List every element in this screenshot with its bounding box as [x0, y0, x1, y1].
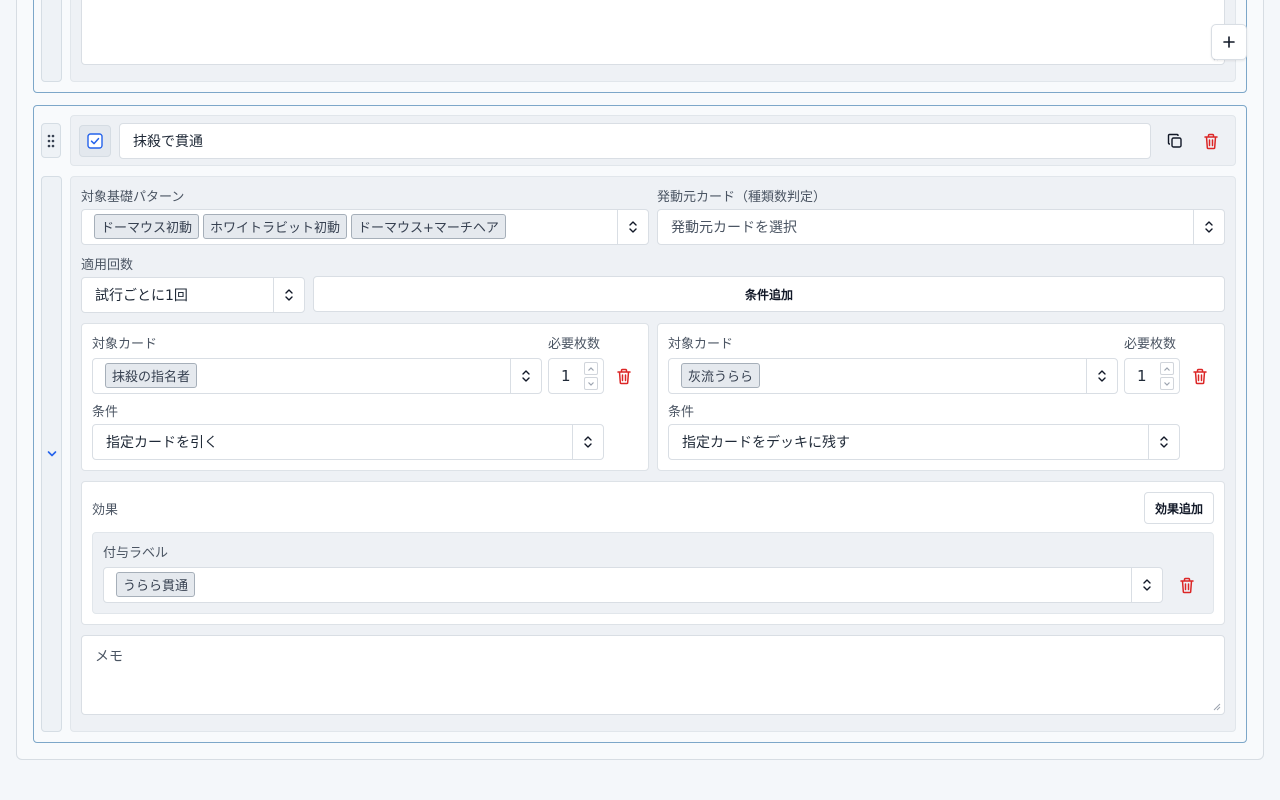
- effect-label-chip[interactable]: うらら貫通: [116, 572, 196, 597]
- delete-rule-button[interactable]: [1199, 129, 1223, 153]
- chevron-up-icon: [1164, 366, 1170, 371]
- condition-type-value: 指定カードをデッキに残す: [682, 435, 850, 451]
- condition-type-select[interactable]: 指定カードをデッキに残す: [668, 424, 1180, 460]
- base-pattern-chip[interactable]: ドーマウス+マーチヘア: [351, 214, 506, 239]
- rule-name-value: 抹殺で貫通: [133, 134, 203, 150]
- decrement-button[interactable]: [584, 377, 598, 390]
- delete-condition-button[interactable]: [1188, 364, 1212, 388]
- target-card-label: 対象カード: [92, 337, 158, 352]
- required-count-input[interactable]: 1: [548, 358, 604, 394]
- apply-count-select[interactable]: 試行ごとに1回: [81, 277, 305, 313]
- chevron-down-icon: [47, 451, 56, 457]
- plus-icon: [1223, 36, 1235, 48]
- rule-memo-textarea[interactable]: メモ: [81, 635, 1225, 715]
- apply-count-label: 適用回数: [81, 258, 134, 273]
- decrement-button[interactable]: [1160, 377, 1174, 390]
- previous-rule-memo[interactable]: メモ: [81, 0, 1225, 65]
- base-pattern-chip[interactable]: ホワイトラビット初動: [203, 214, 348, 239]
- trash-icon: [1193, 368, 1207, 384]
- condition-type-select[interactable]: 指定カードを引く: [92, 424, 604, 460]
- condition-type-label: 条件: [92, 405, 119, 420]
- target-card-label: 対象カード: [668, 337, 734, 352]
- effect-label-title: 付与ラベル: [103, 546, 169, 561]
- increment-button[interactable]: [584, 362, 598, 375]
- grip-icon: [47, 134, 55, 147]
- updown-chevron-icon: [1143, 579, 1151, 591]
- base-pattern-multiselect[interactable]: ドーマウス初動 ホワイトラビット初動 ドーマウス+マーチヘア: [81, 209, 649, 245]
- condition-type-dropdown-toggle[interactable]: [1148, 425, 1179, 459]
- target-card-dropdown-toggle[interactable]: [1086, 359, 1117, 393]
- condition-type-value: 指定カードを引く: [106, 435, 218, 451]
- required-count-label: 必要枚数: [548, 337, 601, 352]
- add-rule-button[interactable]: [1211, 24, 1247, 60]
- target-card-chip[interactable]: 抹殺の指名者: [105, 363, 198, 388]
- add-effect-button[interactable]: 効果追加: [1144, 492, 1214, 524]
- target-card-dropdown-toggle[interactable]: [510, 359, 541, 393]
- target-card-chip[interactable]: 灰流うらら: [681, 363, 761, 388]
- source-card-select[interactable]: 発動元カードを選択: [657, 209, 1225, 245]
- required-count-value: 1: [561, 367, 571, 385]
- duplicate-rule-button[interactable]: [1163, 129, 1187, 153]
- memo-placeholder: メモ: [95, 0, 123, 4]
- copy-icon: [1167, 133, 1182, 148]
- target-card-select[interactable]: 抹殺の指名者: [92, 358, 542, 394]
- condition-type-label: 条件: [668, 405, 695, 420]
- condition-type-dropdown-toggle[interactable]: [572, 425, 603, 459]
- updown-chevron-icon: [522, 370, 530, 382]
- effect-label-dropdown-toggle[interactable]: [1131, 568, 1162, 602]
- required-count-value: 1: [1137, 367, 1147, 385]
- resize-handle-icon: [1213, 703, 1221, 711]
- effects-label: 効果: [92, 503, 119, 518]
- collapse-strip[interactable]: [41, 176, 62, 732]
- apply-count-dropdown-toggle[interactable]: [273, 278, 304, 312]
- delete-effect-button[interactable]: [1175, 573, 1199, 597]
- trash-icon: [617, 368, 631, 384]
- drag-handle[interactable]: [41, 123, 61, 158]
- updown-chevron-icon: [1160, 436, 1168, 448]
- effect-label-select[interactable]: うらら貫通: [103, 567, 1163, 603]
- delete-condition-button[interactable]: [612, 364, 636, 388]
- required-count-label: 必要枚数: [1124, 337, 1177, 352]
- base-pattern-label: 対象基礎パターン: [81, 190, 185, 205]
- chevron-up-icon: [588, 366, 594, 371]
- updown-chevron-icon: [285, 289, 293, 301]
- target-card-select[interactable]: 灰流うらら: [668, 358, 1118, 394]
- increment-button[interactable]: [1160, 362, 1174, 375]
- checkbox-checked-icon: [87, 133, 103, 149]
- base-pattern-dropdown-toggle[interactable]: [617, 210, 648, 244]
- apply-count-value: 試行ごとに1回: [95, 288, 188, 304]
- trash-icon: [1180, 577, 1194, 593]
- chevron-down-icon: [588, 381, 594, 386]
- updown-chevron-icon: [1205, 221, 1213, 233]
- memo-placeholder: メモ: [95, 649, 123, 665]
- updown-chevron-icon: [1098, 370, 1106, 382]
- add-condition-button[interactable]: 条件追加: [313, 276, 1225, 312]
- source-card-dropdown-toggle[interactable]: [1193, 210, 1224, 244]
- updown-chevron-icon: [629, 221, 637, 233]
- chevron-down-icon: [1164, 381, 1170, 386]
- required-count-input[interactable]: 1: [1124, 358, 1180, 394]
- source-card-placeholder: 発動元カードを選択: [671, 220, 797, 236]
- rule-name-input[interactable]: 抹殺で貫通: [119, 123, 1151, 159]
- updown-chevron-icon: [584, 436, 592, 448]
- source-card-label: 発動元カード（種類数判定）: [657, 190, 827, 205]
- previous-rule-collapse-strip[interactable]: [41, 0, 62, 82]
- base-pattern-chip[interactable]: ドーマウス初動: [94, 214, 200, 239]
- trash-icon: [1204, 133, 1218, 149]
- rule-enabled-toggle[interactable]: [79, 125, 111, 157]
